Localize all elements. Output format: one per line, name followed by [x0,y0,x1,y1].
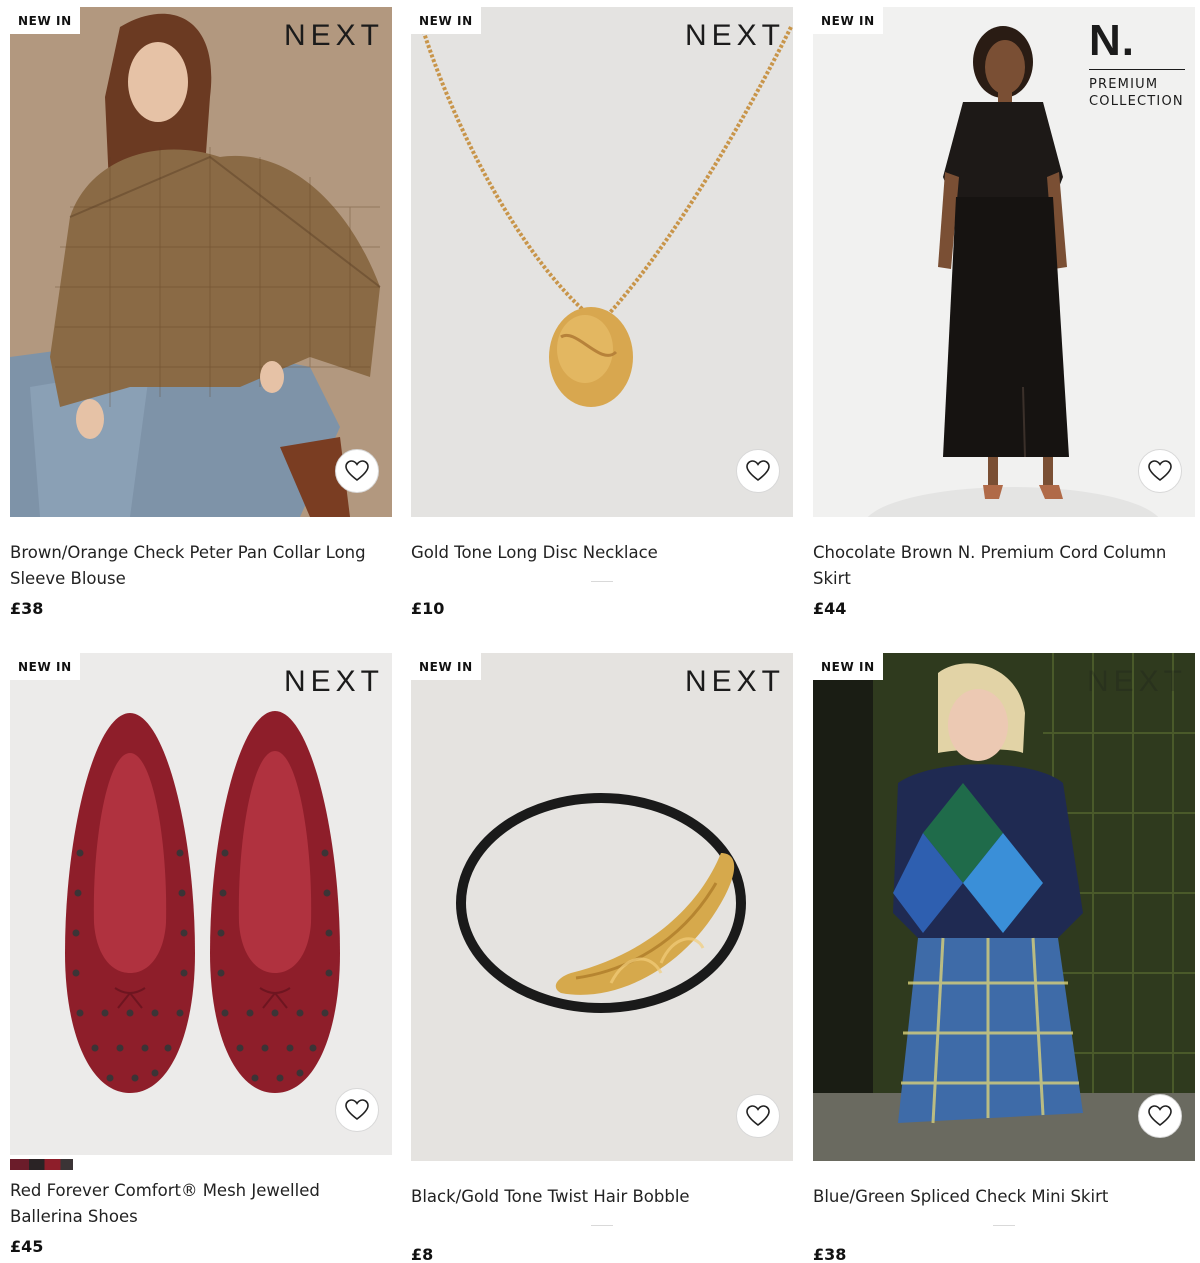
product-title[interactable]: Gold Tone Long Disc Necklace [411,540,791,566]
divider [993,1225,1015,1226]
product-title[interactable]: Chocolate Brown N. Premium Cord Column S… [813,540,1193,592]
product-price: £8 [411,1245,434,1263]
product-price: £45 [10,1237,44,1256]
add-to-favourites-button[interactable] [1138,449,1182,493]
add-to-favourites-button[interactable] [335,1088,379,1132]
product-title[interactable]: Red Forever Comfort® Mesh Jewelled Balle… [10,1178,390,1230]
product-title[interactable]: Blue/Green Spliced Check Mini Skirt [813,1184,1193,1210]
divider [591,1225,613,1226]
product-image[interactable]: NEW IN NEXT [411,7,793,517]
brand-logo: NEXT [283,665,384,698]
product-price: £10 [411,599,445,618]
product-image[interactable]: NEW IN NEXT [813,653,1195,1161]
heart-outline-icon [1148,460,1172,482]
product-image[interactable]: NEW IN NEXT [10,653,392,1155]
heart-outline-icon [345,1099,369,1121]
colour-swatch[interactable] [10,1159,73,1170]
product-image[interactable]: NEW IN NEXT [10,7,392,517]
premium-logo-line2: COLLECTION [1089,94,1184,109]
new-in-badge: NEW IN [10,7,80,34]
new-in-badge: NEW IN [411,653,481,680]
product-price: £44 [813,599,847,618]
premium-logo-line1: PREMIUM [1089,77,1159,92]
brand-logo: NEXT [684,665,785,698]
product-price: £38 [813,1245,847,1263]
add-to-favourites-button[interactable] [335,449,379,493]
heart-outline-icon [746,1105,770,1127]
new-in-badge: NEW IN [411,7,481,34]
new-in-badge: NEW IN [813,7,883,34]
heart-outline-icon [345,460,369,482]
product-title[interactable]: Black/Gold Tone Twist Hair Bobble [411,1184,791,1210]
premium-collection-logo: N. PREMIUM COLLECTION [1089,19,1189,110]
product-price: £38 [10,599,44,618]
brand-logo: NEXT [1086,665,1187,698]
premium-logo-mark: N. [1089,16,1135,65]
brand-logo: NEXT [283,19,384,52]
product-image[interactable]: NEW IN N. PREMIUM COLLECTION [813,7,1195,517]
add-to-favourites-button[interactable] [736,1094,780,1138]
logo-divider [1089,69,1185,70]
product-image[interactable]: NEW IN NEXT [411,653,793,1161]
add-to-favourites-button[interactable] [736,449,780,493]
divider [591,581,613,582]
new-in-badge: NEW IN [10,653,80,680]
add-to-favourites-button[interactable] [1138,1094,1182,1138]
heart-outline-icon [1148,1105,1172,1127]
new-in-badge: NEW IN [813,653,883,680]
heart-outline-icon [746,460,770,482]
product-title[interactable]: Brown/Orange Check Peter Pan Collar Long… [10,540,390,592]
brand-logo: NEXT [684,19,785,52]
